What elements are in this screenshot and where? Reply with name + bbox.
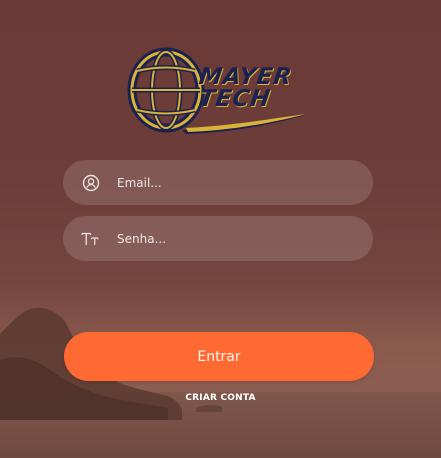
mayer-tech-logo: MAYER TECH: [126, 44, 312, 140]
login-screen: MAYER TECH Entrar CRIAR CONTA: [0, 0, 441, 458]
login-button[interactable]: Entrar: [64, 332, 374, 381]
email-input[interactable]: [117, 160, 357, 205]
password-input[interactable]: [117, 216, 357, 261]
email-field[interactable]: [63, 160, 373, 205]
text-format-icon: [81, 229, 101, 249]
logo-text-tech: TECH: [197, 86, 273, 112]
create-account-link[interactable]: CRIAR CONTA: [0, 393, 441, 403]
user-circle-icon: [81, 173, 101, 193]
password-field[interactable]: [63, 216, 373, 261]
